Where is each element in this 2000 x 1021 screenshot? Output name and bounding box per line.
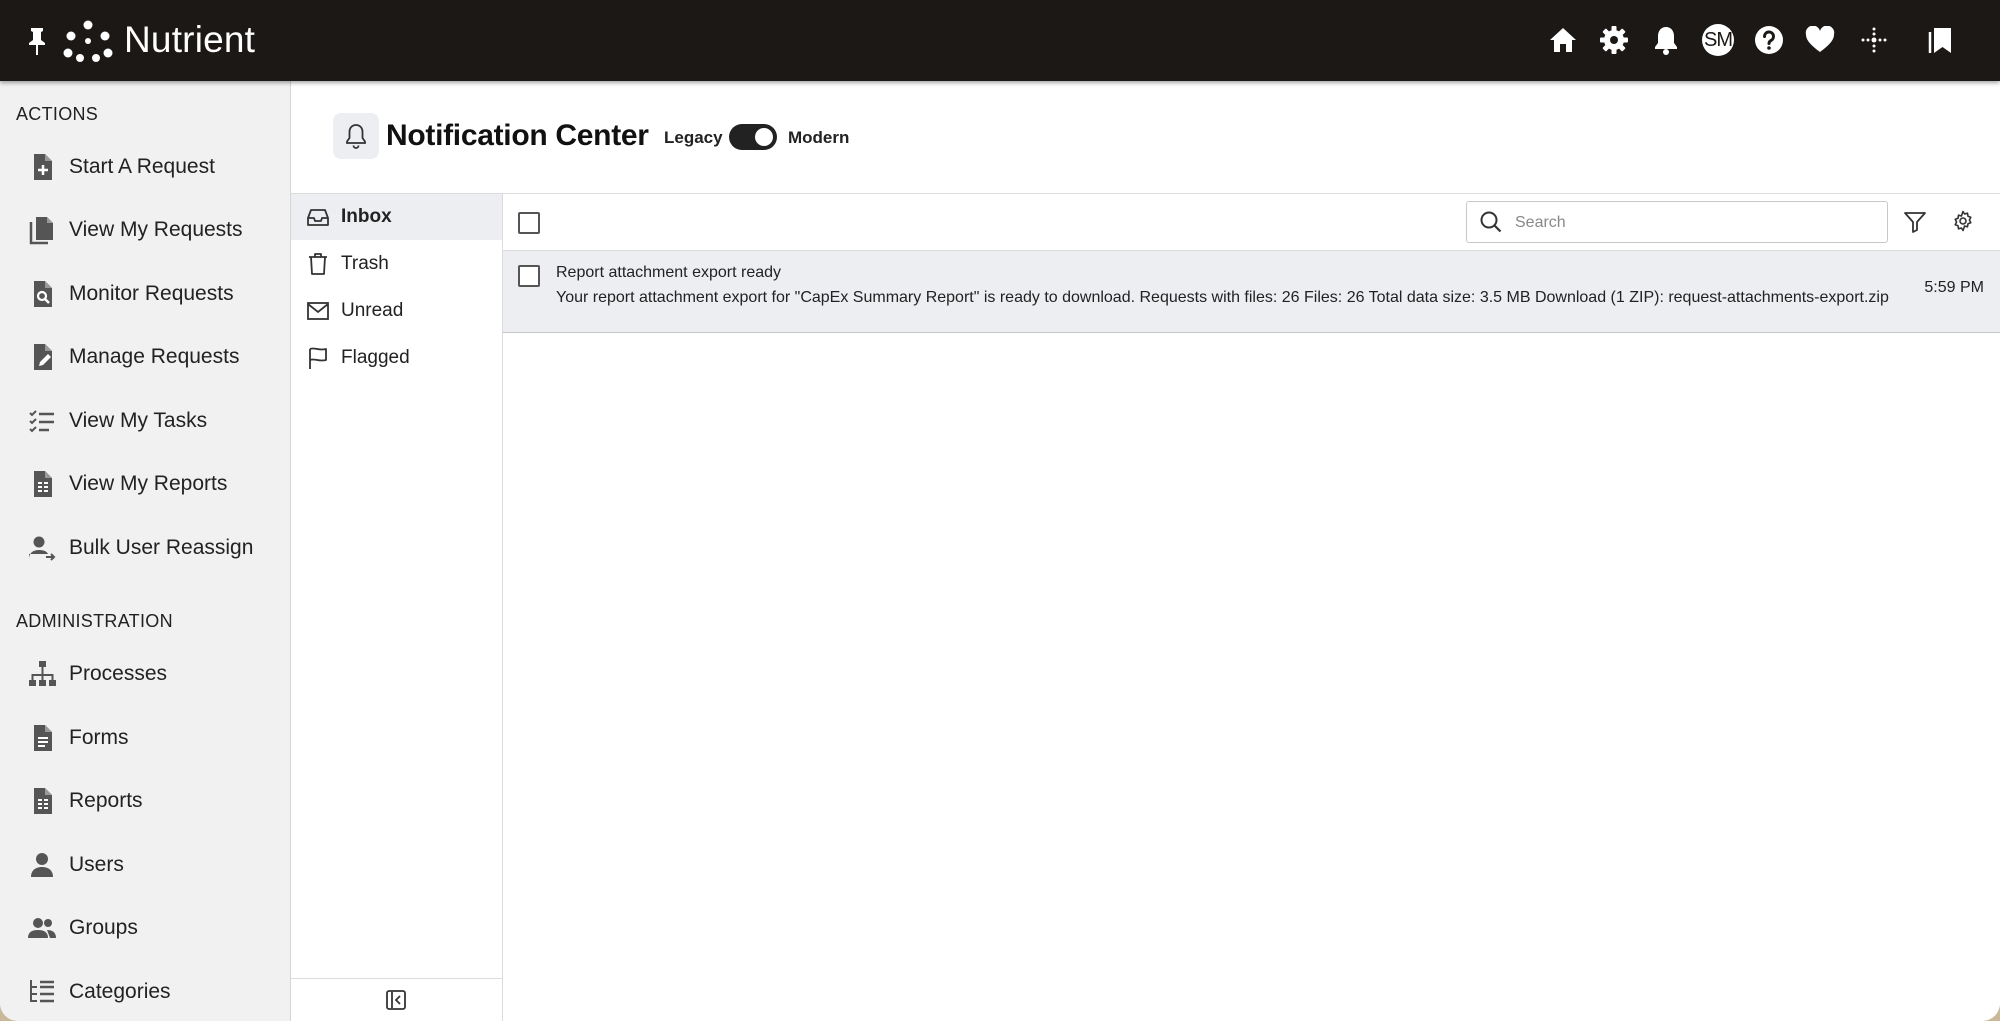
sidebar-item-label: Categories xyxy=(69,980,171,1003)
sidebar-item-label: Users xyxy=(69,853,124,876)
notification-body: Your report attachment export for "CapEx… xyxy=(556,289,1889,306)
avatar[interactable]: SM xyxy=(1700,22,1736,58)
sidebar-item-users[interactable]: Users xyxy=(0,840,290,890)
search-input[interactable] xyxy=(1513,208,1877,238)
row-checkbox[interactable] xyxy=(518,265,540,287)
sidebar-item-forms[interactable]: Forms xyxy=(0,713,290,763)
inbox-icon xyxy=(306,205,330,229)
notification-time: 5:59 PM xyxy=(1924,279,1984,296)
app-window: Nutrient SM ACTIONS Start A Request View… xyxy=(0,0,2000,1021)
bell-icon[interactable] xyxy=(1648,22,1684,58)
folder-label: Unread xyxy=(341,300,404,321)
sidebar-item-groups[interactable]: Groups xyxy=(0,903,290,953)
administration-heading: ADMINISTRATION xyxy=(16,611,173,631)
avatar-initials: SM xyxy=(1702,24,1734,56)
sidebar-item-label: Start A Request xyxy=(69,155,215,178)
brand-name[interactable]: Nutrient xyxy=(124,15,255,65)
heart-icon[interactable] xyxy=(1802,22,1838,58)
hierarchy-icon xyxy=(27,659,57,689)
file-plus-icon xyxy=(27,152,57,182)
sidebar-item-start-request[interactable]: Start A Request xyxy=(0,142,290,192)
report-icon xyxy=(27,469,57,499)
file-edit-icon xyxy=(27,342,57,372)
nutrient-logo-icon xyxy=(62,18,114,64)
help-icon[interactable] xyxy=(1751,22,1787,58)
folder-label: Flagged xyxy=(341,347,410,368)
home-icon[interactable] xyxy=(1545,22,1581,58)
sidebar-item-categories[interactable]: Categories xyxy=(0,967,290,1017)
sidebar-item-view-my-requests[interactable]: View My Requests xyxy=(0,205,290,255)
folder-label: Inbox xyxy=(341,206,392,227)
sidebar-item-label: Groups xyxy=(69,916,138,939)
search-box xyxy=(1466,201,1888,243)
collapse-panel-icon[interactable] xyxy=(385,989,407,1011)
sidebar-item-view-my-tasks[interactable]: View My Tasks xyxy=(0,396,290,446)
sidebar-item-label: Bulk User Reassign xyxy=(69,536,254,559)
left-sidebar: ACTIONS Start A Request View My Requests… xyxy=(0,81,291,1021)
folder-flagged[interactable]: Flagged xyxy=(291,335,502,381)
notification-subject: Report attachment export ready xyxy=(556,264,782,281)
user-reassign-icon xyxy=(27,533,57,563)
sidebar-item-processes[interactable]: Processes xyxy=(0,649,290,699)
toggle-label-legacy: Legacy xyxy=(664,128,723,147)
folder-inbox[interactable]: Inbox xyxy=(291,194,502,240)
file-search-icon xyxy=(27,279,57,309)
collapse-bar xyxy=(291,978,502,1021)
folder-panel: Inbox Trash Unread Flagged xyxy=(291,194,503,1021)
files-icon xyxy=(27,215,57,245)
sidebar-item-view-my-reports[interactable]: View My Reports xyxy=(0,459,290,509)
settings-icon[interactable] xyxy=(1596,22,1632,58)
group-icon xyxy=(27,913,57,943)
toggle-label-modern: Modern xyxy=(788,128,850,147)
sparkle-icon[interactable] xyxy=(1856,22,1892,58)
sidebar-item-label: Forms xyxy=(69,726,129,749)
sidebar-item-label: Monitor Requests xyxy=(69,282,234,305)
search-icon xyxy=(1479,210,1503,234)
sidebar-item-reports[interactable]: Reports xyxy=(0,776,290,826)
actions-heading: ACTIONS xyxy=(16,104,99,124)
sidebar-item-label: View My Tasks xyxy=(69,409,208,432)
user-icon xyxy=(27,850,57,880)
folder-unread[interactable]: Unread xyxy=(291,288,502,334)
flag-icon xyxy=(306,346,330,370)
legacy-modern-toggle[interactable] xyxy=(729,124,777,150)
sidebar-item-label: Processes xyxy=(69,662,168,685)
folder-label: Trash xyxy=(341,253,389,274)
notification-bell-icon xyxy=(333,113,379,159)
sidebar-item-label: View My Reports xyxy=(69,472,228,495)
notification-row[interactable]: Report attachment export ready Your repo… xyxy=(503,251,2000,333)
trash-icon xyxy=(306,252,330,276)
task-list-icon xyxy=(27,406,57,436)
report-icon xyxy=(27,786,57,816)
form-icon xyxy=(27,723,57,753)
folder-trash[interactable]: Trash xyxy=(291,241,502,287)
sidebar-item-bulk-user-reassign[interactable]: Bulk User Reassign xyxy=(0,523,290,573)
sidebar-item-label: Reports xyxy=(69,789,143,812)
notification-list: Report attachment export ready Your repo… xyxy=(503,194,2000,1021)
bookmarks-icon[interactable] xyxy=(1923,22,1959,58)
list-toolbar xyxy=(503,194,2000,251)
sidebar-item-manage-requests[interactable]: Manage Requests xyxy=(0,332,290,382)
toggle-knob xyxy=(755,128,773,146)
pin-icon[interactable] xyxy=(25,25,49,57)
list-settings-icon[interactable] xyxy=(1952,210,1974,232)
categories-icon xyxy=(27,977,57,1007)
page-title: Notification Center xyxy=(386,119,649,152)
select-all-checkbox[interactable] xyxy=(518,212,540,234)
filter-icon[interactable] xyxy=(1903,210,1927,234)
sidebar-item-monitor-requests[interactable]: Monitor Requests xyxy=(0,269,290,319)
envelope-icon xyxy=(306,299,330,323)
sidebar-item-label: View My Requests xyxy=(69,218,243,241)
top-bar: Nutrient SM xyxy=(0,0,2000,81)
sidebar-item-label: Manage Requests xyxy=(69,345,240,368)
